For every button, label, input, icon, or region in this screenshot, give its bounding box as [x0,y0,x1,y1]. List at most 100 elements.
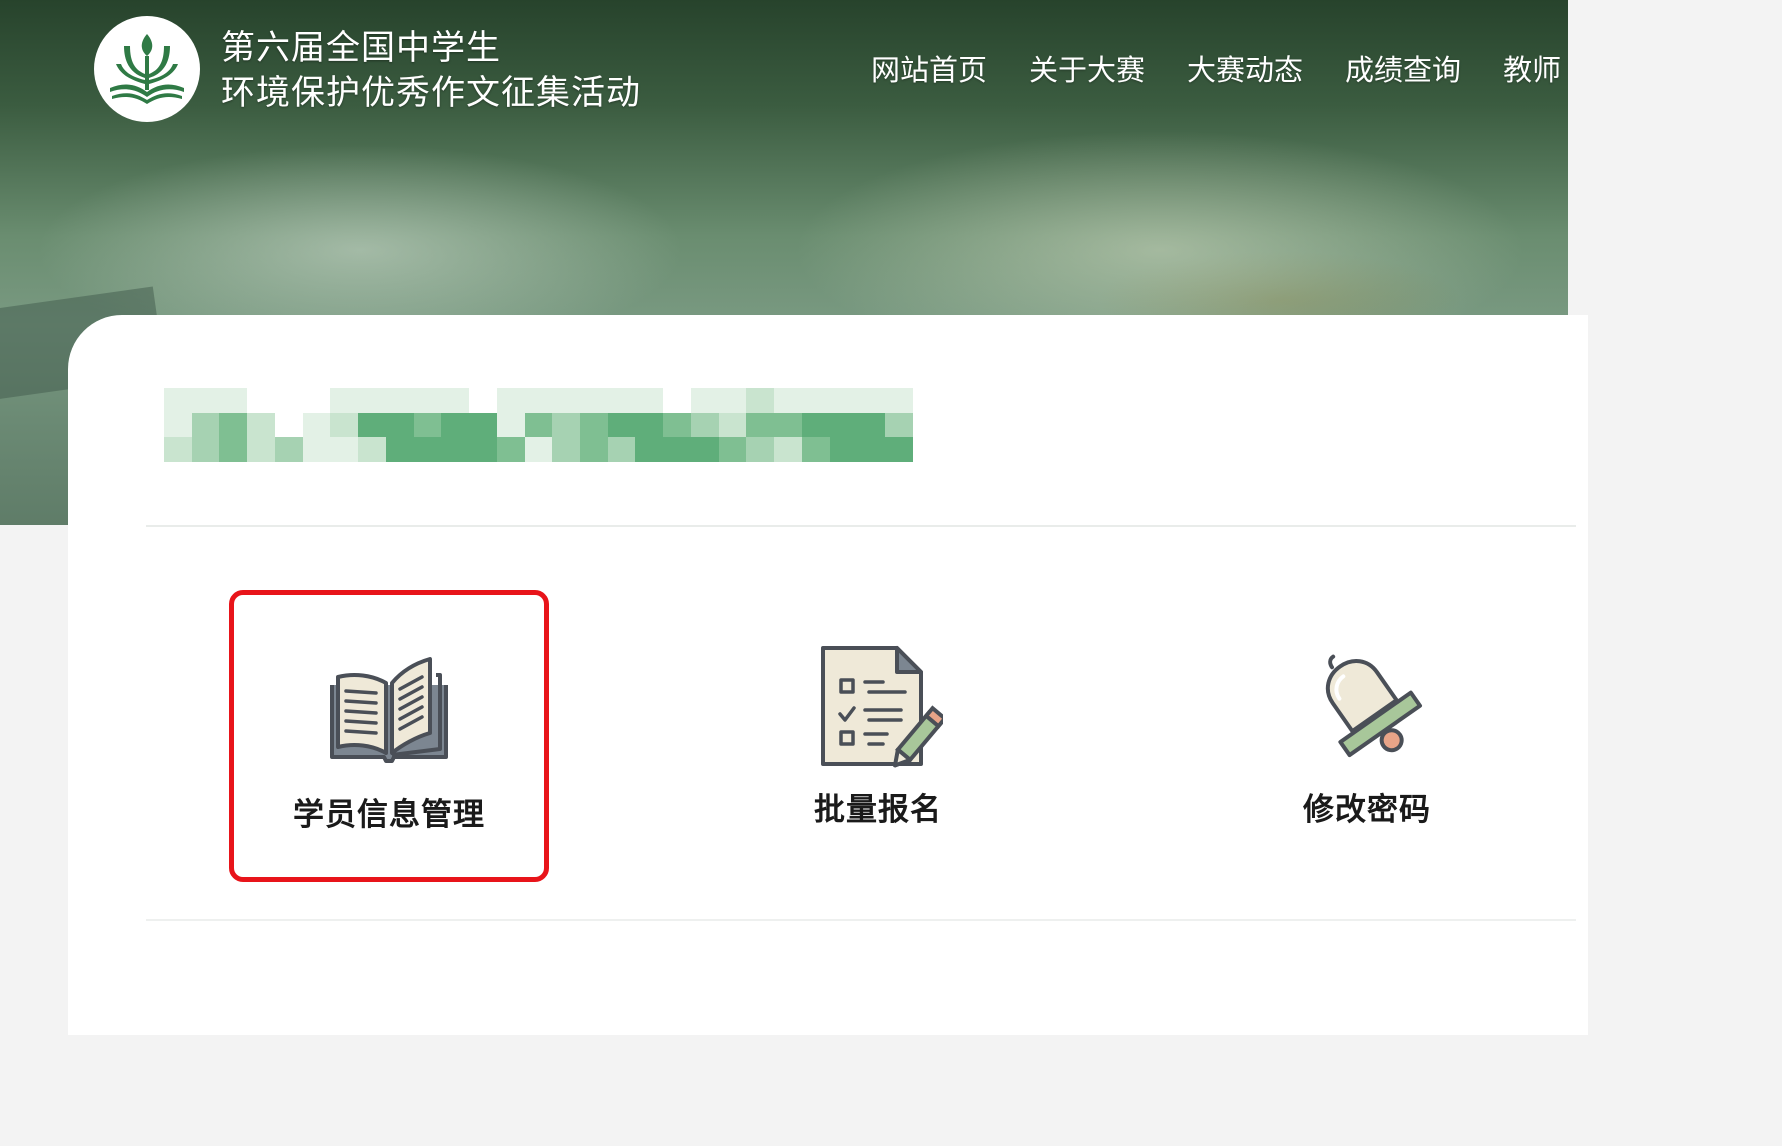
mosaic-cell [469,437,497,462]
main-nav: 网站首页 关于大赛 大赛动态 成绩查询 教师 [850,48,1568,92]
mosaic-cell [191,437,220,462]
mosaic-cell [164,388,192,413]
mosaic-cell [441,388,470,413]
mosaic-cell [857,412,886,438]
mosaic-cell [496,437,525,462]
mosaic-cell [496,412,525,438]
nav-item-teacher[interactable]: 教师 [1482,48,1568,92]
mosaic-cell [580,412,608,438]
mosaic-cell [247,412,275,438]
mosaic-cell [885,437,913,462]
mosaic-cell [580,388,608,413]
tile-label: 修改密码 [1303,792,1431,828]
mosaic-cell [413,437,442,462]
mosaic-cell [219,388,248,413]
site-title-line-2: 环境保护优秀作文征集活动 [221,73,641,113]
tile-label: 学员信息管理 [293,797,485,833]
divider [146,525,1576,527]
mosaic-cell [274,388,303,413]
mosaic-cell [330,412,359,438]
divider [146,919,1576,921]
mosaic-cell [690,412,719,438]
mosaic-cell [718,437,747,462]
mosaic-cell [358,412,386,438]
mosaic-cell [469,412,497,438]
tile-batch-registration[interactable]: 批量报名 [718,590,1038,882]
mosaic-cell [801,437,830,462]
mosaic-cell [607,437,636,462]
mosaic-cell [635,412,664,438]
mosaic-cell [358,437,386,462]
mosaic-cell [746,437,775,462]
bell-icon [1302,640,1432,770]
mosaic-cell [274,412,303,438]
nav-item-home[interactable]: 网站首页 [850,48,1008,92]
mosaic-cell [330,437,359,462]
tile-student-info-management[interactable]: 学员信息管理 [229,590,549,882]
mosaic-cell [496,388,525,413]
mosaic-cell [857,437,886,462]
mosaic-cell [164,412,192,438]
mosaic-cell [302,412,331,438]
mosaic-cell [635,437,664,462]
mosaic-cell [358,388,386,413]
mosaic-cell [413,412,442,438]
site-logo[interactable] [94,16,200,122]
mosaic-cell [774,388,802,413]
mosaic-cell [552,437,581,462]
mosaic-cell [274,437,303,462]
mosaic-cell [219,412,248,438]
mosaic-cell [690,388,719,413]
mosaic-cell [441,437,470,462]
mosaic-cell [580,437,608,462]
tile-label: 批量报名 [814,792,942,828]
mosaic-cell [385,437,414,462]
mosaic-cell [524,412,553,438]
mosaic-cell [552,412,581,438]
mosaic-cell [385,388,414,413]
pixelated-welcome-text [164,388,913,462]
mosaic-cell [552,388,581,413]
checklist-icon [813,640,943,770]
mosaic-cell [524,437,553,462]
nav-item-news[interactable]: 大赛动态 [1166,48,1324,92]
mosaic-cell [746,388,775,413]
nav-item-about[interactable]: 关于大赛 [1008,48,1166,92]
mosaic-cell [774,437,802,462]
mosaic-cell [885,412,913,438]
mosaic-cell [829,412,858,438]
dashboard-card: 学员信息管理 批量报名 修改密码 [68,315,1588,1035]
site-title: 第六届全国中学生 环境保护优秀作文征集活动 [221,26,641,116]
tile-change-password[interactable]: 修改密码 [1207,590,1527,882]
mosaic-cell [607,388,636,413]
mosaic-cell [219,437,248,462]
mosaic-cell [801,388,830,413]
mosaic-cell [663,388,691,413]
mosaic-cell [469,388,497,413]
mosaic-cell [635,388,664,413]
mosaic-cell [247,437,275,462]
mosaic-cell [607,412,636,438]
mosaic-cell [191,412,220,438]
mosaic-cell [885,388,913,413]
nav-item-results[interactable]: 成绩查询 [1324,48,1482,92]
mosaic-cell [413,388,442,413]
open-book-icon [324,645,454,775]
mosaic-cell [191,388,220,413]
mosaic-cell [829,437,858,462]
mosaic-cell [302,437,331,462]
mosaic-cell [829,388,858,413]
mosaic-cell [330,388,359,413]
mosaic-cell [164,437,192,462]
site-title-line-1: 第六届全国中学生 [221,28,501,68]
mosaic-cell [718,412,747,438]
mosaic-cell [302,388,331,413]
mosaic-cell [718,388,747,413]
mosaic-cell [857,388,886,413]
mosaic-cell [524,388,553,413]
mosaic-cell [441,412,470,438]
mosaic-cell [247,388,275,413]
sprout-book-logo-icon [110,34,184,104]
mosaic-cell [663,412,691,438]
mosaic-cell [801,412,830,438]
